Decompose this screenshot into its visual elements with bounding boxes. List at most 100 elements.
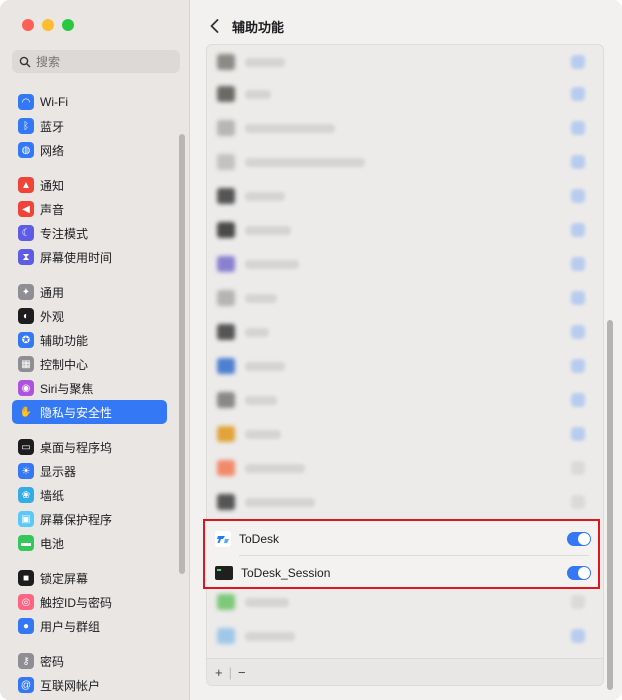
sidebar-item[interactable]: ⚷ 密码 — [12, 649, 167, 673]
bell-icon: ▲ — [18, 177, 34, 193]
sidebar-item[interactable]: ✦ 通用 — [12, 280, 167, 304]
permission-toggle[interactable] — [571, 325, 585, 339]
sidebar: ◠ Wi-Fi ᛒ 蓝牙 ◍ 网络 ▲ 通知 ◀ 声音 ☾ 专注模式 ⧗ 屏幕使用时间 ✦ 通用 ◐ 外观 ✪ 辅助功… — [0, 0, 190, 700]
highlighted-app-group: ToDesk ToDesk_Session — [203, 519, 600, 589]
table-row — [207, 349, 603, 383]
sidebar-scrollbar[interactable] — [179, 134, 185, 574]
key-icon: ⚷ — [18, 653, 34, 669]
sidebar-item-label: 显示器 — [40, 464, 77, 479]
minimize-window-button[interactable] — [42, 19, 54, 31]
sidebar-item[interactable]: ■ 锁定屏幕 — [12, 566, 167, 590]
remove-button[interactable]: − — [238, 665, 246, 680]
table-row — [207, 315, 603, 349]
sidebar-item[interactable]: ▭ 桌面与程序坞 — [12, 435, 167, 459]
sidebar-item[interactable]: ● 用户与群组 — [12, 614, 167, 638]
app-icon — [217, 290, 235, 306]
main-scrollbar[interactable] — [607, 320, 613, 690]
close-window-button[interactable] — [22, 19, 34, 31]
app-icon — [217, 594, 235, 610]
sidebar-item-label: 辅助功能 — [40, 333, 89, 348]
sidebar-item-label: 控制中心 — [40, 357, 89, 372]
app-icon — [217, 86, 235, 102]
dock-icon: ▭ — [18, 439, 34, 455]
permission-toggle[interactable] — [571, 223, 585, 237]
permission-toggle[interactable] — [571, 461, 585, 475]
app-icon — [217, 494, 235, 510]
sidebar-item-label: 屏幕保护程序 — [40, 512, 113, 527]
search-field[interactable] — [12, 50, 180, 73]
search-input[interactable] — [34, 53, 168, 70]
app-icon — [217, 426, 235, 442]
app-icon — [217, 188, 235, 204]
sidebar-item[interactable]: ▦ 控制中心 — [12, 352, 167, 376]
sidebar-item-label: Siri与聚焦 — [40, 381, 94, 396]
sidebar-item-label: 密码 — [40, 654, 65, 669]
sidebar-item[interactable]: ◠ Wi-Fi — [12, 90, 167, 114]
permission-toggle[interactable] — [571, 427, 585, 441]
sidebar-item-label: 网络 — [40, 143, 65, 158]
sidebar-item[interactable]: ✪ 辅助功能 — [12, 328, 167, 352]
sidebar-item-label: 互联网帐户 — [40, 678, 101, 693]
table-row — [207, 45, 603, 79]
todesk-toggle[interactable] — [567, 532, 591, 546]
globe-icon: ◍ — [18, 142, 34, 158]
todesk-icon — [215, 531, 231, 547]
permission-toggle[interactable] — [571, 495, 585, 509]
sidebar-item[interactable]: ◀ 声音 — [12, 197, 167, 221]
permission-toggle[interactable] — [571, 257, 585, 271]
table-row — [207, 247, 603, 281]
wifi-icon: ◠ — [18, 94, 34, 110]
sidebar-item[interactable]: ▬ 电池 — [12, 531, 167, 555]
permission-toggle[interactable] — [571, 291, 585, 305]
settings-window: ◠ Wi-Fi ᛒ 蓝牙 ◍ 网络 ▲ 通知 ◀ 声音 ☾ 专注模式 ⧗ 屏幕使用时间 ✦ 通用 ◐ 外观 ✪ 辅助功… — [0, 0, 622, 700]
add-button[interactable]: + — [215, 665, 223, 680]
sidebar-item[interactable]: ✋ 隐私与安全性 — [12, 400, 167, 424]
permission-toggle[interactable] — [571, 595, 585, 609]
sidebar-item-label: 专注模式 — [40, 226, 89, 241]
permission-toggle[interactable] — [571, 121, 585, 135]
traffic-lights — [22, 19, 74, 31]
zoom-window-button[interactable] — [62, 19, 74, 31]
sidebar-item[interactable]: ◉ Siri与聚焦 — [12, 376, 167, 400]
wallpaper-icon: ❀ — [18, 487, 34, 503]
sidebar-item[interactable]: ◍ 网络 — [12, 138, 167, 162]
moon-icon: ☾ — [18, 225, 34, 241]
table-row — [207, 451, 603, 485]
terminal-icon — [215, 566, 233, 580]
todesk-session-toggle[interactable] — [567, 566, 591, 580]
app-icon — [217, 392, 235, 408]
app-icon — [217, 120, 235, 136]
sidebar-item[interactable]: ᛒ 蓝牙 — [12, 114, 167, 138]
permission-toggle[interactable] — [571, 55, 585, 69]
sidebar-item[interactable]: ▲ 通知 — [12, 173, 167, 197]
fingerprint-icon: ◎ — [18, 594, 34, 610]
permission-toggle[interactable] — [571, 87, 585, 101]
sidebar-item[interactable]: ▣ 屏幕保护程序 — [12, 507, 167, 531]
list-footer: + | − — [207, 658, 603, 685]
table-row — [207, 417, 603, 451]
table-row — [207, 619, 603, 653]
app-icon — [217, 154, 235, 170]
sidebar-item[interactable]: ☀ 显示器 — [12, 459, 167, 483]
sidebar-item[interactable]: ☾ 专注模式 — [12, 221, 167, 245]
permission-toggle[interactable] — [571, 393, 585, 407]
app-icon — [217, 256, 235, 272]
screensaver-icon: ▣ — [18, 511, 34, 527]
table-row — [207, 145, 603, 179]
back-button[interactable] — [206, 16, 222, 36]
permission-toggle[interactable] — [571, 359, 585, 373]
permission-toggle[interactable] — [571, 155, 585, 169]
sidebar-item[interactable]: ❀ 墙纸 — [12, 483, 167, 507]
sidebar-item[interactable]: ◎ 触控ID与密码 — [12, 590, 167, 614]
app-icon — [217, 54, 235, 70]
sidebar-item[interactable]: ⧗ 屏幕使用时间 — [12, 245, 167, 269]
sidebar-item-label: Wi-Fi — [40, 95, 68, 109]
app-row-todesk-session: ToDesk_Session — [215, 557, 595, 589]
permission-toggle[interactable] — [571, 629, 585, 643]
table-row — [207, 77, 603, 111]
sidebar-item[interactable]: @ 互联网帐户 — [12, 673, 167, 697]
app-icon — [217, 460, 235, 476]
permission-toggle[interactable] — [571, 189, 585, 203]
sidebar-item[interactable]: ◐ 外观 — [12, 304, 167, 328]
app-icon — [217, 222, 235, 238]
